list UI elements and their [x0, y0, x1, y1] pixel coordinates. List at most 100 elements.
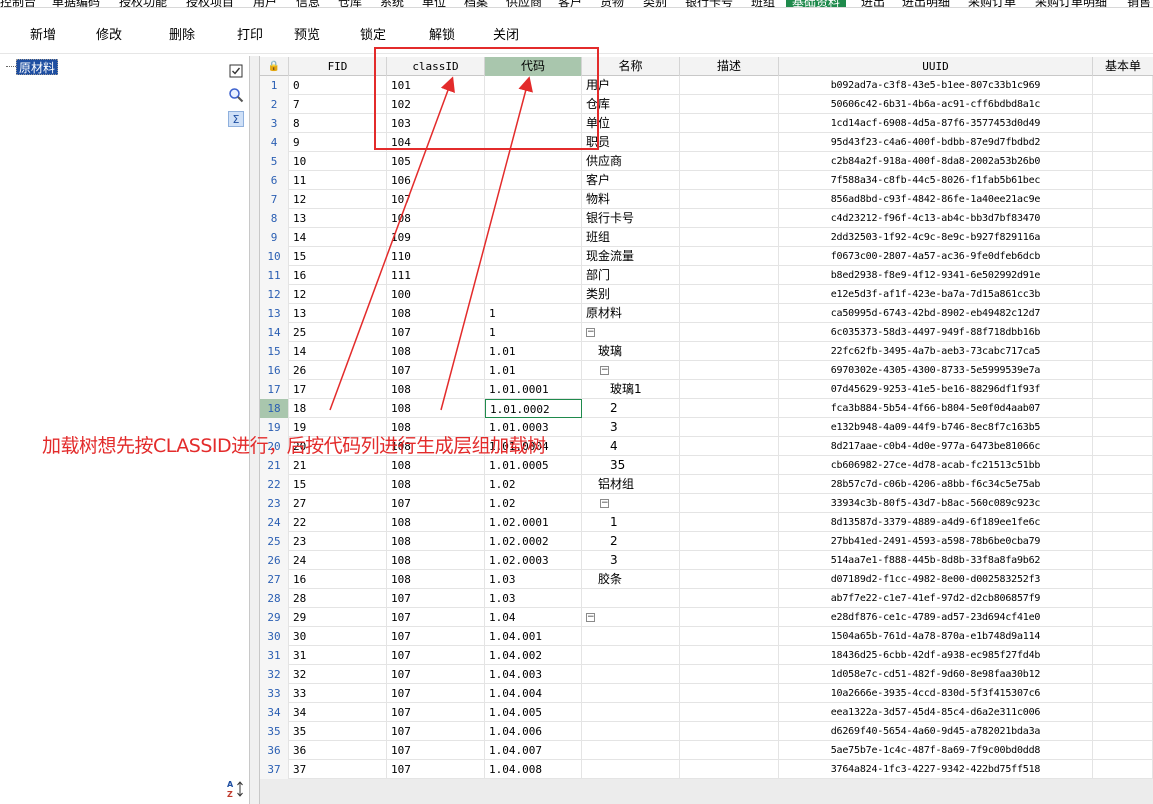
cell-name[interactable]: 物料: [582, 190, 680, 209]
cell-basic-unit[interactable]: [1093, 114, 1153, 133]
cell-basic-unit[interactable]: [1093, 304, 1153, 323]
cell-classid[interactable]: 106: [387, 171, 485, 190]
table-row[interactable]: 34 34 107 1.04.005 eea1322a-3d57-45d4-85c4-d…: [260, 703, 1153, 722]
cell-uuid[interactable]: 5ae75b7e-1c4c-487f-8a69-7f9c00bd0dd8: [779, 741, 1093, 760]
table-row[interactable]: 6 11 106 客户 7f588a34-c8fb-44c5-8026-f1fab5b6…: [260, 171, 1153, 190]
table-row[interactable]: 36 36 107 1.04.007 5ae75b7e-1c4c-487f-8a69-7…: [260, 741, 1153, 760]
cell-code[interactable]: [485, 76, 582, 95]
cell-uuid[interactable]: 18436d25-6cbb-42df-a938-ec985f27fd4b: [779, 646, 1093, 665]
cell-description[interactable]: [680, 266, 779, 285]
cell-basic-unit[interactable]: [1093, 703, 1153, 722]
cell-classid[interactable]: 107: [387, 494, 485, 513]
cell-classid[interactable]: 108: [387, 456, 485, 475]
table-row[interactable]: 21 21 108 1.01.0005 35 cb606982-27ce-4d78-aca…: [260, 456, 1153, 475]
cell-classid[interactable]: 108: [387, 209, 485, 228]
cell-description[interactable]: [680, 627, 779, 646]
cell-fid[interactable]: 7: [289, 95, 387, 114]
cell-name[interactable]: 客户: [582, 171, 680, 190]
cell-fid[interactable]: 36: [289, 741, 387, 760]
cell-description[interactable]: [680, 703, 779, 722]
cell-uuid[interactable]: 2dd32503-1f92-4c9c-8e9c-b927f829116a: [779, 228, 1093, 247]
cell-classid[interactable]: 107: [387, 741, 485, 760]
cell-uuid[interactable]: 50606c42-6b31-4b6a-ac91-cff6bdbd8a1c: [779, 95, 1093, 114]
table-row[interactable]: 15 14 108 1.01 玻璃 22fc62fb-3495-4a7b-aeb3-73c…: [260, 342, 1153, 361]
cell-fid[interactable]: 14: [289, 228, 387, 247]
header-basic-unit[interactable]: 基本单: [1093, 57, 1153, 76]
lock-button[interactable]: 锁定: [360, 24, 386, 43]
menu-item[interactable]: 进出: [861, 0, 885, 7]
cell-classid[interactable]: 100: [387, 285, 485, 304]
cell-basic-unit[interactable]: [1093, 513, 1153, 532]
cell-name[interactable]: −: [582, 361, 680, 380]
cell-fid[interactable]: 26: [289, 361, 387, 380]
menu-item[interactable]: 类别: [643, 0, 667, 7]
cell-basic-unit[interactable]: [1093, 323, 1153, 342]
cell-code[interactable]: 1.04.007: [485, 741, 582, 760]
cell-basic-unit[interactable]: [1093, 76, 1153, 95]
cell-fid[interactable]: 9: [289, 133, 387, 152]
cell-name[interactable]: −: [582, 323, 680, 342]
table-row[interactable]: 28 28 107 1.03 ab7f7e22-c1e7-41ef-97d2-d2cb8…: [260, 589, 1153, 608]
cell-basic-unit[interactable]: [1093, 608, 1153, 627]
cell-fid[interactable]: 37: [289, 760, 387, 779]
cell-code[interactable]: 1.01.0001: [485, 380, 582, 399]
cell-name[interactable]: [582, 741, 680, 760]
cell-fid[interactable]: 18: [289, 399, 387, 418]
cell-description[interactable]: [680, 342, 779, 361]
cell-fid[interactable]: 22: [289, 513, 387, 532]
cell-code[interactable]: [485, 171, 582, 190]
cell-code[interactable]: 1.02.0003: [485, 551, 582, 570]
cell-fid[interactable]: 13: [289, 304, 387, 323]
cell-uuid[interactable]: 95d43f23-c4a6-400f-bdbb-87e9d7fbdbd2: [779, 133, 1093, 152]
cell-basic-unit[interactable]: [1093, 361, 1153, 380]
menu-item[interactable]: 基础资料: [786, 0, 847, 7]
cell-classid[interactable]: 108: [387, 551, 485, 570]
cell-description[interactable]: [680, 323, 779, 342]
cell-basic-unit[interactable]: [1093, 342, 1153, 361]
table-row[interactable]: 13 13 108 1 原材料 ca50995d-6743-42bd-8902-eb494…: [260, 304, 1153, 323]
cell-name[interactable]: 4: [582, 437, 680, 456]
cell-fid[interactable]: 35: [289, 722, 387, 741]
cell-uuid[interactable]: 22fc62fb-3495-4a7b-aeb3-73cabc717ca5: [779, 342, 1093, 361]
cell-uuid[interactable]: c4d23212-f96f-4c13-ab4c-bb3d7bf83470: [779, 209, 1093, 228]
cell-code[interactable]: [485, 114, 582, 133]
cell-classid[interactable]: 108: [387, 304, 485, 323]
table-row[interactable]: 31 31 107 1.04.002 18436d25-6cbb-42df-a938-e…: [260, 646, 1153, 665]
cell-fid[interactable]: 24: [289, 551, 387, 570]
cell-basic-unit[interactable]: [1093, 133, 1153, 152]
cell-description[interactable]: [680, 285, 779, 304]
sum-icon[interactable]: Σ: [228, 111, 244, 127]
cell-description[interactable]: [680, 646, 779, 665]
cell-fid[interactable]: 17: [289, 380, 387, 399]
cell-fid[interactable]: 0: [289, 76, 387, 95]
cell-classid[interactable]: 108: [387, 513, 485, 532]
cell-name[interactable]: [582, 627, 680, 646]
cell-uuid[interactable]: 7f588a34-c8fb-44c5-8026-f1fab5b61bec: [779, 171, 1093, 190]
table-row[interactable]: 8 13 108 银行卡号 c4d23212-f96f-4c13-ab4c-bb3d7b…: [260, 209, 1153, 228]
table-row[interactable]: 18 18 108 1.01.0002 2 fca3b884-5b54-4f66-b804…: [260, 399, 1153, 418]
cell-description[interactable]: [680, 551, 779, 570]
header-code[interactable]: 代码: [485, 57, 582, 76]
cell-uuid[interactable]: eea1322a-3d57-45d4-85c4-d6a2e311c006: [779, 703, 1093, 722]
cell-description[interactable]: [680, 741, 779, 760]
cell-classid[interactable]: 107: [387, 190, 485, 209]
cell-fid[interactable]: 25: [289, 323, 387, 342]
cell-classid[interactable]: 107: [387, 760, 485, 779]
table-row[interactable]: 7 12 107 物料 856ad8bd-c93f-4842-86fe-1a40ee21…: [260, 190, 1153, 209]
cell-uuid[interactable]: d6269f40-5654-4a60-9d45-a782021bda3a: [779, 722, 1093, 741]
menu-item[interactable]: 系统: [380, 0, 404, 7]
table-row[interactable]: 5 10 105 供应商 c2b84a2f-918a-400f-8da8-2002a53…: [260, 152, 1153, 171]
cell-code[interactable]: 1.02: [485, 494, 582, 513]
cell-description[interactable]: [680, 228, 779, 247]
header-description[interactable]: 描述: [680, 57, 779, 76]
table-row[interactable]: 24 22 108 1.02.0001 1 8d13587d-3379-4889-a4d9…: [260, 513, 1153, 532]
menu-item[interactable]: 仓库: [338, 0, 362, 7]
table-row[interactable]: 33 33 107 1.04.004 10a2666e-3935-4ccd-830d-5…: [260, 684, 1153, 703]
cell-classid[interactable]: 107: [387, 646, 485, 665]
cell-uuid[interactable]: 28b57c7d-c06b-4206-a8bb-f6c34c5e75ab: [779, 475, 1093, 494]
cell-description[interactable]: [680, 456, 779, 475]
cell-code[interactable]: 1.01: [485, 361, 582, 380]
cell-classid[interactable]: 107: [387, 722, 485, 741]
cell-code[interactable]: 1.01.0005: [485, 456, 582, 475]
cell-code[interactable]: 1.04.004: [485, 684, 582, 703]
